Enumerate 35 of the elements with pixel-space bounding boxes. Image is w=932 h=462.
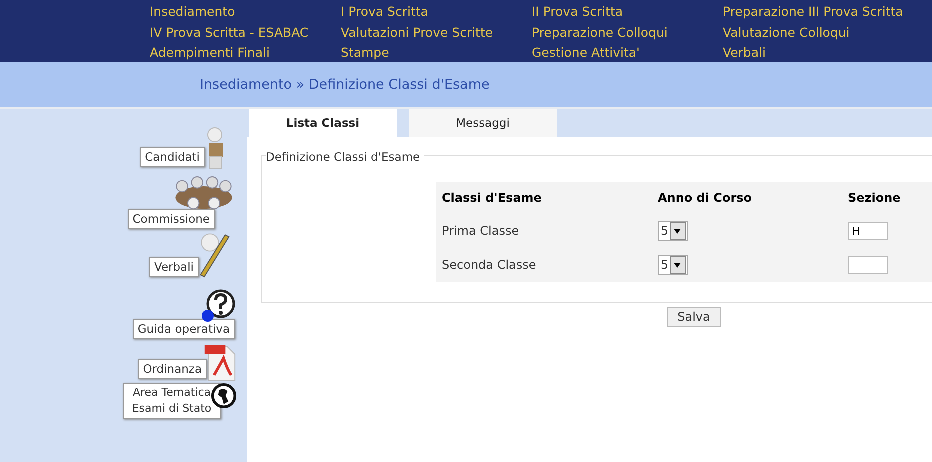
year-dropdown[interactable]: 5 <box>658 221 688 241</box>
caret-icon <box>674 262 682 268</box>
menu-item[interactable]: Preparazione III Prova Scritta <box>723 2 923 22</box>
menu-item[interactable]: Stampe <box>341 43 532 64</box>
menu-item[interactable]: Preparazione Colloqui <box>532 22 723 43</box>
year-dropdown[interactable]: 5 <box>658 255 688 275</box>
menu-item[interactable]: Adempimenti Finali <box>150 43 341 64</box>
table-cell: Seconda Classe <box>442 258 536 272</box>
section-title: Definizione Classi d'Esame <box>266 150 424 164</box>
sidebar-button[interactable]: Area Tematica Esami di Stato <box>123 383 221 419</box>
sidebar-button[interactable]: Commissione <box>128 209 215 229</box>
menu-item[interactable]: Gestione Attivita' <box>532 43 723 64</box>
menu-item[interactable]: II Prova Scritta <box>532 2 723 22</box>
column-header: Classi d'Esame <box>442 191 542 205</box>
menu-item[interactable]: Valutazione Colloqui <box>723 22 923 43</box>
sidebar-button[interactable]: Verbali <box>149 257 199 277</box>
sidebar-button[interactable]: Ordinanza <box>138 359 207 379</box>
menu-item[interactable]: Verbali <box>723 43 923 64</box>
column-header: Sezione <box>848 191 901 205</box>
section-field[interactable] <box>848 256 888 274</box>
menu-item[interactable]: Valutazioni Prove Scritte <box>341 22 532 43</box>
menu-item[interactable]: Insediamento <box>150 2 341 22</box>
breadcrumb: Insediamento » Definizione Classi d'Esame <box>200 76 490 92</box>
menu-item[interactable]: IV Prova Scritta - ESABAC <box>150 22 341 43</box>
caret-icon <box>674 228 682 234</box>
sidebar-button[interactable]: Guida operativa <box>132 319 235 339</box>
globe-icon <box>211 383 237 409</box>
help-icon <box>201 289 237 323</box>
menu-item[interactable]: I Prova Scritta <box>341 2 532 22</box>
pdf-file-icon <box>203 343 237 383</box>
save-button[interactable]: Salva <box>666 307 722 327</box>
sidebar-button[interactable]: Candidati <box>140 147 205 167</box>
column-header: Anno di Corso <box>658 191 752 205</box>
table-cell: Prima Classe <box>442 224 520 238</box>
section-field[interactable]: H <box>848 222 888 240</box>
